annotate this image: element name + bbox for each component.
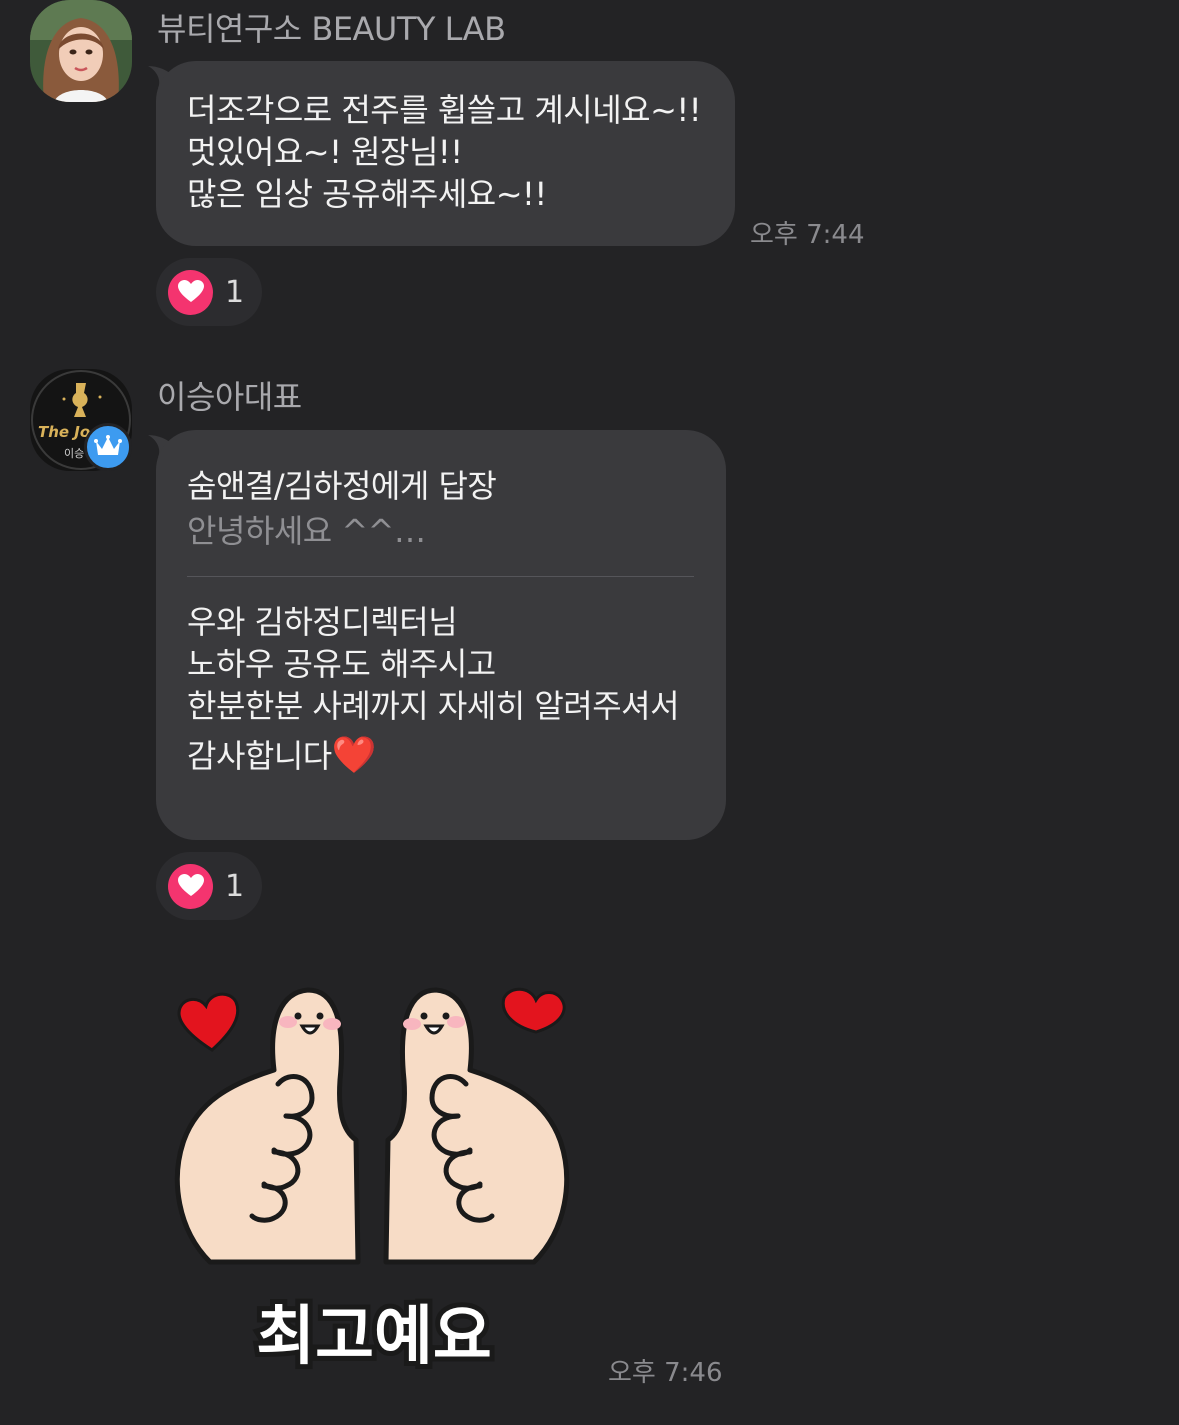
sender-name: 뷰티연구소 BEAUTY LAB: [157, 10, 506, 48]
sender-avatar-beauty-lab[interactable]: [30, 0, 132, 102]
thumbs-up-sticker[interactable]: 최고예요: [170, 980, 590, 1380]
reaction-chip[interactable]: 1: [156, 852, 262, 920]
heart-icon: [168, 863, 213, 909]
message-text: 감사합니다: [187, 737, 332, 775]
message-line: 우와 김하정디렉터님: [187, 603, 458, 641]
message-bubble[interactable]: 더조각으로 전주를 휩쓸고 계시네요~!! 멋있어요~! 원장님!! 많은 임상…: [156, 61, 735, 246]
message-line: 한분한분 사례까지 자세히 알려주셔서: [187, 687, 680, 725]
reply-divider: [187, 576, 694, 577]
sticker-caption: 최고예요: [256, 1300, 492, 1374]
heart-icon: [168, 269, 213, 315]
svg-text:이승: 이승: [64, 447, 84, 460]
message-line: 감사합니다❤️: [187, 735, 694, 777]
reaction-count: 1: [225, 274, 245, 310]
message-bubble[interactable]: 숨앤결/김하정에게 답장 안녕하세요 ^^… 우와 김하정디렉터님 노하우 공유…: [156, 430, 726, 840]
message-line: 많은 임상 공유해주세요~!!: [187, 175, 547, 213]
reaction-chip[interactable]: 1: [156, 258, 262, 326]
reply-to-label[interactable]: 숨앤결/김하정에게 답장: [187, 464, 694, 508]
message-time: 오후 7:46: [608, 1358, 723, 1388]
message-line: 더조각으로 전주를 휩쓸고 계시네요~!!: [187, 91, 702, 129]
red-heart-emoji: ❤️: [331, 735, 377, 776]
message-line: 노하우 공유도 해주시고: [187, 645, 496, 683]
reply-preview-text[interactable]: 안녕하세요 ^^…: [187, 508, 694, 554]
message-line: 멋있어요~! 원장님!!: [187, 133, 463, 171]
crown-badge-icon: [84, 423, 132, 471]
reaction-count: 1: [225, 868, 245, 904]
sender-name: 이승아대표: [157, 378, 302, 416]
message-time: 오후 7:44: [750, 220, 865, 250]
svg-text:The Jo: The Jo: [38, 423, 90, 441]
